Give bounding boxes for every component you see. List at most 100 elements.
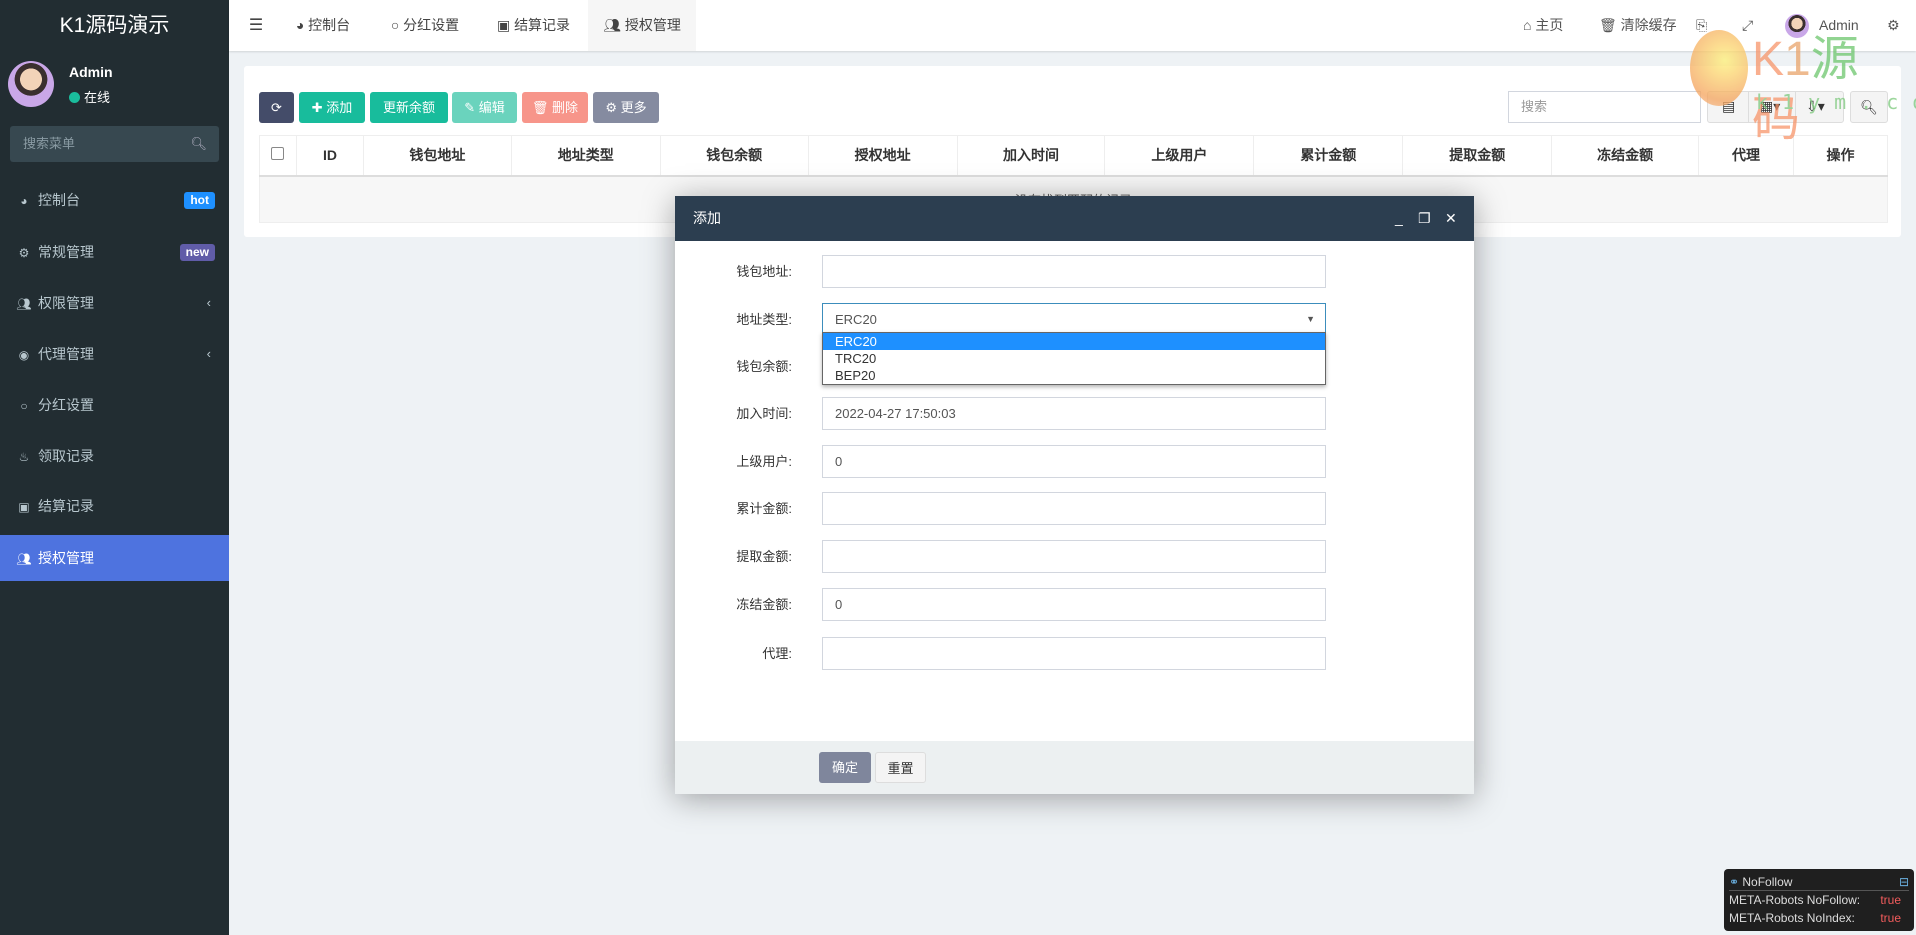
update-balance-button[interactable]: 更新余额 (370, 92, 448, 123)
user-name: Admin (69, 64, 113, 80)
menu-search-input[interactable]: 搜索菜单 🔍︎ (10, 126, 219, 162)
sidebar-item-authorization[interactable]: 👥︎ 授权管理 (0, 535, 229, 581)
export-icon[interactable]: ⇩▾ (1806, 98, 1825, 115)
trash-icon: 🗑︎ (531, 100, 553, 115)
edit-button[interactable]: ✎ 编辑 (452, 92, 517, 123)
columns-icon[interactable]: ▦▾ (1760, 98, 1780, 115)
dashboard-icon: ◕ (295, 17, 309, 33)
sidebar-item-agents[interactable]: ◉ 代理管理 ‹ (0, 331, 229, 377)
table-header-row: ID 钱包地址 地址类型 钱包余额 授权地址 加入时间 上级用户 累计金额 提取… (259, 135, 1888, 177)
option-bep20[interactable]: BEP20 (823, 367, 1325, 384)
refresh-button[interactable]: ⟳ (259, 92, 294, 123)
chevron-left-icon: ‹ (206, 346, 211, 361)
header-user-name[interactable]: Admin (1819, 0, 1859, 51)
cogs-icon: ⚙ (18, 246, 30, 260)
field-label: 累计金额: (736, 501, 792, 516)
sidebar-item-dashboard[interactable]: ◕ 控制台 hot (0, 177, 229, 223)
fullscreen-icon[interactable]: ⤢ (1742, 0, 1753, 51)
column-header[interactable]: 授权地址 (807, 135, 958, 177)
settings-gear-icon[interactable]: ⚙ (1887, 0, 1900, 51)
field-label: 代理: (762, 646, 792, 661)
advanced-search-button[interactable]: 🔍︎ (1850, 91, 1888, 123)
sidebar-item-general[interactable]: ⚙ 常规管理 new (0, 229, 229, 275)
parent-user-input[interactable]: 0 (822, 445, 1326, 478)
column-header[interactable]: 加入时间 (956, 135, 1106, 177)
app-logo[interactable]: K1源码演示 (0, 0, 229, 51)
field-label: 上级用户: (736, 454, 792, 469)
field-label: 钱包余额: (736, 359, 792, 374)
translate-icon[interactable]: ⎘ (1696, 0, 1707, 51)
column-header[interactable]: 代理 (1698, 135, 1795, 177)
menu-toggle-icon[interactable]: ☰ (241, 0, 271, 51)
caret-down-icon: ▼ (1306, 314, 1315, 324)
sidebar-item-settlement[interactable]: ▣ 结算记录 (0, 483, 229, 529)
column-header[interactable]: 冻结金额 (1551, 135, 1700, 177)
search-icon: 🔍︎ (1860, 99, 1878, 115)
add-button[interactable]: ✚ 添加 (299, 92, 365, 123)
field-label: 地址类型: (736, 312, 792, 327)
birthday-cake-icon: ♨ (18, 450, 30, 464)
trash-icon: 🗑︎ (1599, 17, 1621, 33)
option-trc20[interactable]: TRC20 (823, 350, 1325, 367)
minimize-icon[interactable]: _ (1395, 196, 1403, 241)
column-header[interactable]: 上级用户 (1104, 135, 1255, 177)
sidebar: K1源码演示 Admin 在线 搜索菜单 🔍︎ ◕ 控制台 hot ⚙ 常规管理 new … (0, 0, 229, 935)
agent-input[interactable] (822, 637, 1326, 670)
join-time-input[interactable]: 2022-04-27 17:50:03 (822, 397, 1326, 430)
table-search-input[interactable]: 搜索 (1508, 91, 1701, 123)
column-header[interactable]: 累计金额 (1253, 135, 1404, 177)
dialog-title: 添加 (693, 210, 721, 226)
header-avatar[interactable] (1785, 14, 1809, 38)
refresh-icon: ⟳ (271, 100, 282, 115)
home-link[interactable]: ⌂ 主页 (1523, 0, 1563, 51)
column-header[interactable]: 钱包余额 (659, 135, 809, 177)
more-button[interactable]: ⚙ 更多 (593, 92, 659, 123)
tab-dividend[interactable]: ○ 分红设置 (387, 0, 463, 51)
column-header[interactable]: 地址类型 (510, 135, 661, 177)
chevron-left-icon: ‹ (206, 295, 211, 310)
clear-cache-button[interactable]: 🗑︎ 清除缓存 (1599, 0, 1677, 51)
close-icon[interactable]: ✕ (1445, 196, 1457, 241)
user-status: 在线 (69, 87, 110, 106)
user-circle-icon: ◉ (18, 348, 30, 362)
hot-badge: hot (184, 192, 215, 209)
column-header[interactable]: 提取金额 (1402, 135, 1553, 177)
gear-icon: ⚙ (605, 100, 621, 115)
total-amount-input[interactable] (822, 492, 1326, 525)
field-label: 钱包地址: (736, 264, 792, 279)
option-erc20[interactable]: ERC20 (823, 333, 1325, 350)
cc-icon: ▣ (496, 17, 515, 33)
nofollow-widget: ⚭ NoFollow ⊟ META-Robots NoFollow: true ME… (1724, 869, 1914, 931)
reset-button[interactable]: 重置 (875, 752, 926, 783)
add-dialog: 添加 _ ❐ ✕ 钱包地址: 地址类型: ERC20 ▼ 钱包余额: 加入时间: … (675, 196, 1474, 794)
withdraw-amount-input[interactable] (822, 540, 1326, 573)
wallet-address-input[interactable] (822, 255, 1326, 288)
sidebar-item-claims[interactable]: ♨ 领取记录 (0, 433, 229, 479)
plus-icon: ✚ (311, 100, 327, 115)
maximize-icon[interactable]: ❐ (1418, 196, 1431, 241)
circle-icon: ○ (20, 399, 28, 413)
tab-authorization[interactable]: 👥︎ 授权管理 (588, 0, 696, 51)
field-label: 提取金额: (736, 549, 792, 564)
select-all-checkbox[interactable] (259, 135, 297, 177)
search-icon: 🔍︎ (190, 136, 207, 151)
tab-settlement[interactable]: ▣ 结算记录 (495, 0, 572, 51)
field-label: 冻结金额: (736, 597, 792, 612)
sidebar-item-permissions[interactable]: 👥︎ 权限管理 ‹ (0, 280, 229, 326)
column-header: 操作 (1793, 135, 1888, 177)
pencil-icon: ✎ (464, 100, 479, 115)
confirm-button[interactable]: 确定 (819, 752, 871, 783)
frozen-amount-input[interactable]: 0 (822, 588, 1326, 621)
column-header[interactable]: ID (295, 135, 364, 177)
collapse-icon[interactable]: ⊟ (1899, 873, 1909, 891)
sidebar-item-dividend[interactable]: ○ 分红设置 (0, 382, 229, 428)
delete-button[interactable]: 🗑︎ 删除 (522, 92, 588, 123)
dashboard-icon: ◕ (20, 194, 28, 208)
column-header[interactable]: 钱包地址 (362, 135, 512, 177)
tab-dashboard[interactable]: ◕ 控制台 (291, 0, 355, 51)
list-view-icon[interactable]: ▤ (1722, 98, 1735, 115)
new-badge: new (179, 244, 215, 261)
link-icon: ⚭ (1729, 875, 1743, 889)
home-icon: ⌂ (1523, 17, 1536, 33)
top-header: ☰ ◕ 控制台 ○ 分红设置 ▣ 结算记录 👥︎ 授权管理 ⌂ 主页 🗑︎ 清除… (229, 0, 1916, 51)
